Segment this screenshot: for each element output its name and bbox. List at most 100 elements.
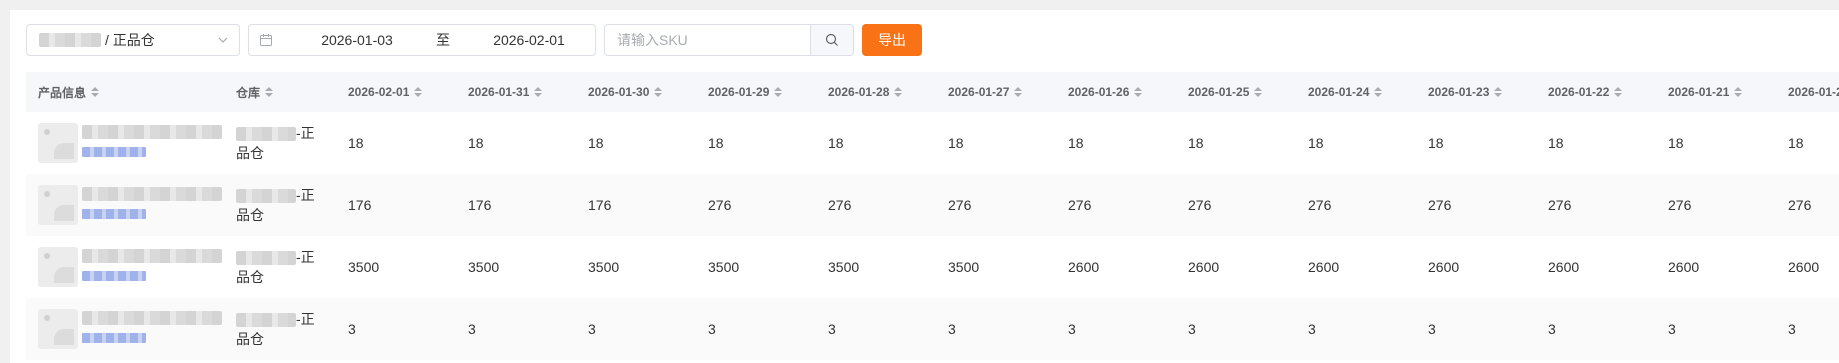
- stock-value-cell: 18: [1428, 135, 1444, 151]
- stock-value-cell: 3: [468, 321, 476, 337]
- header-date-label: 2026-01-30: [588, 85, 650, 99]
- stock-value-cell: 3500: [588, 259, 620, 275]
- sort-icon[interactable]: [1374, 87, 1383, 97]
- stock-value-cell: 18: [828, 135, 844, 151]
- sort-icon[interactable]: [1014, 87, 1023, 97]
- header-date-label: 2026-01-22: [1548, 85, 1610, 99]
- redacted-warehouse-name: [236, 251, 296, 266]
- stock-value-cell: 18: [1188, 135, 1204, 151]
- header-date[interactable]: 2026-01-28: [828, 85, 948, 99]
- redacted-sku-link[interactable]: [82, 209, 146, 219]
- sort-icon[interactable]: [265, 87, 274, 97]
- product-cell: [26, 185, 228, 225]
- warehouse-line2: 品仓: [236, 207, 264, 223]
- header-date[interactable]: 2026-01-25: [1188, 85, 1308, 99]
- stock-value-cell: 276: [1068, 197, 1092, 213]
- sku-search-button[interactable]: [810, 25, 853, 55]
- sort-icon[interactable]: [1494, 87, 1503, 97]
- sort-icon[interactable]: [91, 87, 100, 97]
- sort-icon[interactable]: [774, 87, 783, 97]
- stock-value-cell: 276: [1668, 197, 1692, 213]
- redacted-sku-link[interactable]: [82, 271, 146, 281]
- product-text: [82, 247, 222, 281]
- header-date[interactable]: 2026-01-22: [1548, 85, 1668, 99]
- stock-value-cell: 3: [1428, 321, 1436, 337]
- redacted-product-name: [82, 187, 222, 201]
- header-date-label: 2026-02-01: [348, 85, 410, 99]
- sort-icon[interactable]: [534, 87, 543, 97]
- header-date-label: 2026-01-23: [1428, 85, 1490, 99]
- product-image[interactable]: [38, 123, 78, 163]
- stock-value-cell: 2600: [1668, 259, 1700, 275]
- sku-search: [604, 24, 854, 56]
- inventory-table: 产品信息 仓库 2026-02-01 2026-01-31 2026-01-30…: [26, 72, 1839, 360]
- sort-icon[interactable]: [1254, 87, 1263, 97]
- header-date[interactable]: 2026-01-26: [1068, 85, 1188, 99]
- header-product-label: 产品信息: [38, 85, 87, 100]
- header-date[interactable]: 2026-01-30: [588, 85, 708, 99]
- date-separator: 至: [436, 32, 450, 48]
- sort-icon[interactable]: [414, 87, 423, 97]
- header-date-label: 2026-01-25: [1188, 85, 1250, 99]
- date-range-picker[interactable]: 2026-01-03 至 2026-02-01: [248, 24, 596, 56]
- product-image[interactable]: [38, 247, 78, 287]
- stock-value-cell: 3: [948, 321, 956, 337]
- export-button[interactable]: 导出: [862, 24, 922, 56]
- search-icon: [825, 33, 838, 46]
- stock-value-cell: 3: [1668, 321, 1676, 337]
- stock-value-cell: 18: [1308, 135, 1324, 151]
- warehouse-cell: -正品仓: [228, 123, 348, 163]
- sort-icon[interactable]: [1734, 87, 1743, 97]
- sort-icon[interactable]: [894, 87, 903, 97]
- table-row: -正 品仓 3500 3500 3500 3500 3500 3500 2600 2600 2600…: [26, 236, 1839, 298]
- header-date-label: 2026-01-26: [1068, 85, 1130, 99]
- end-date[interactable]: 2026-02-01: [469, 32, 589, 48]
- header-date[interactable]: 2026-01-23: [1428, 85, 1548, 99]
- stock-value-cell: 3: [1308, 321, 1316, 337]
- stock-value-cell: 3: [828, 321, 836, 337]
- product-cell: [26, 309, 228, 349]
- header-date[interactable]: 2026-01-27: [948, 85, 1068, 99]
- product-image[interactable]: [38, 185, 78, 225]
- warehouse-suffix: -正: [296, 311, 315, 327]
- header-date[interactable]: 2026-01-21: [1668, 85, 1788, 99]
- stock-value-cell: 18: [948, 135, 964, 151]
- start-date[interactable]: 2026-01-03: [297, 32, 417, 48]
- stock-value-cell: 3500: [708, 259, 740, 275]
- header-date[interactable]: 2026-02-01: [348, 85, 468, 99]
- warehouse-select[interactable]: / 正品仓: [26, 24, 240, 56]
- product-text: [82, 309, 222, 343]
- warehouse-line2: 品仓: [236, 145, 264, 161]
- stock-value-cell: 3500: [348, 259, 380, 275]
- sort-icon[interactable]: [654, 87, 663, 97]
- redacted-sku-link[interactable]: [82, 147, 146, 157]
- header-date[interactable]: 2026-01-20: [1788, 85, 1839, 99]
- sku-search-input[interactable]: [605, 25, 810, 55]
- warehouse-cell: -正 品仓: [228, 247, 348, 287]
- header-date[interactable]: 2026-01-29: [708, 85, 828, 99]
- stock-value-cell: 18: [1548, 135, 1564, 151]
- header-warehouse[interactable]: 仓库: [228, 84, 348, 101]
- stock-value-cell: 276: [828, 197, 852, 213]
- stock-value-cell: 3: [1788, 321, 1796, 337]
- header-date[interactable]: 2026-01-24: [1308, 85, 1428, 99]
- product-image[interactable]: [38, 309, 78, 349]
- warehouse-line1: -正: [236, 123, 348, 143]
- inventory-panel: / 正品仓 2026-01-03 至 2026-02-01 导出 产品信息 仓库…: [10, 10, 1839, 363]
- header-product[interactable]: 产品信息: [26, 84, 228, 101]
- product-text: [82, 123, 222, 157]
- redacted-warehouse-name: [236, 127, 296, 142]
- stock-value-cell: 2600: [1068, 259, 1100, 275]
- sort-icon[interactable]: [1134, 87, 1143, 97]
- stock-value-cell: 18: [1668, 135, 1684, 151]
- stock-value-cell: 3500: [948, 259, 980, 275]
- stock-value-cell: 3: [588, 321, 596, 337]
- redacted-product-name: [82, 125, 222, 139]
- header-date[interactable]: 2026-01-31: [468, 85, 588, 99]
- stock-value-cell: 3500: [828, 259, 860, 275]
- stock-value-cell: 18: [348, 135, 364, 151]
- warehouse-suffix: -正: [296, 125, 315, 141]
- stock-value-cell: 176: [468, 197, 492, 213]
- redacted-sku-link[interactable]: [82, 333, 146, 343]
- sort-icon[interactable]: [1614, 87, 1623, 97]
